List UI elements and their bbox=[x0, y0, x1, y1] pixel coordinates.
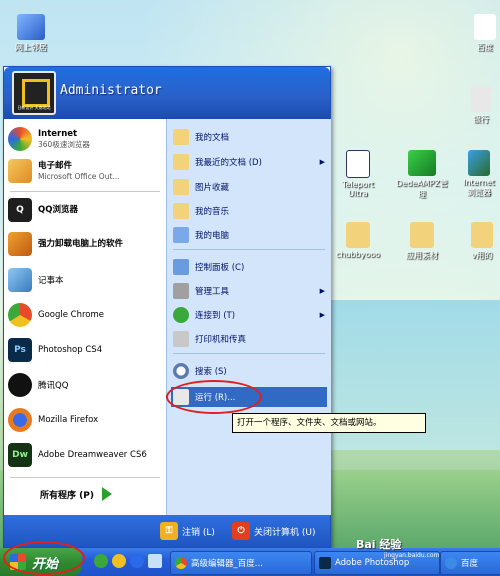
place-recent-documents[interactable]: 我最近的文档 (D) ▶ bbox=[173, 154, 327, 170]
desktop-icon-chubbyooo[interactable]: chubbyooo bbox=[334, 222, 382, 259]
avatar-caption: 日新设计 天南地北 bbox=[17, 105, 51, 110]
place-my-music[interactable]: 我的音乐 bbox=[173, 203, 327, 219]
desktop-icon-internet[interactable]: Internet 浏览器 bbox=[458, 150, 500, 198]
qq-browser-icon: Q bbox=[8, 198, 32, 222]
shutdown-button[interactable]: ⏻ 关闭计算机 (U) bbox=[232, 522, 315, 540]
printer-icon bbox=[173, 331, 189, 347]
dreamweaver-icon: Dw bbox=[8, 443, 32, 467]
firefox-icon bbox=[8, 408, 32, 432]
folder-icon bbox=[173, 154, 189, 170]
network-icon bbox=[17, 14, 45, 40]
taskbar-button-baidu[interactable]: 百度 bbox=[440, 551, 500, 575]
place-printers[interactable]: 打印机和传真 bbox=[173, 331, 327, 347]
folder-icon bbox=[173, 129, 189, 145]
taskbar-button-editor[interactable]: 高级编辑器_百度... bbox=[170, 551, 312, 575]
avatar[interactable]: 日新设计 天南地北 bbox=[12, 71, 56, 115]
watermark-brand: Bai 经验 bbox=[356, 538, 402, 551]
watermark-url: jingyan.baidu.com bbox=[384, 552, 440, 559]
quicklaunch-ie-icon[interactable] bbox=[130, 554, 144, 568]
notepad-icon bbox=[8, 268, 32, 292]
all-programs-button[interactable]: 所有程序 (P) bbox=[40, 487, 112, 501]
photoshop-icon bbox=[319, 557, 331, 569]
chrome-icon bbox=[175, 557, 187, 569]
programs-pane: Internet 360极速浏览器 电子邮件 Microsoft Office … bbox=[4, 119, 166, 515]
qq-penguin-icon bbox=[8, 373, 32, 397]
submenu-arrow-icon: ▶ bbox=[319, 311, 325, 319]
browser-360-icon bbox=[8, 127, 32, 151]
place-control-panel[interactable]: 控制面板 (C) bbox=[173, 259, 327, 275]
pinned-item-internet[interactable]: Internet 360极速浏览器 bbox=[8, 127, 164, 151]
desktop-icon-used[interactable]: v用的 bbox=[464, 222, 500, 261]
divider bbox=[10, 191, 160, 192]
browser-icon bbox=[445, 557, 457, 569]
search-icon bbox=[173, 363, 189, 379]
desktop-icon-dedeampz[interactable]: DedeAMPZ管理 bbox=[396, 150, 448, 200]
admin-tools-icon bbox=[173, 283, 189, 299]
place-my-documents[interactable]: 我的文档 bbox=[173, 129, 327, 145]
logoff-button[interactable]: ⚿ 注销 (L) bbox=[160, 522, 215, 540]
user-name: Administrator bbox=[60, 83, 162, 98]
teleport-icon bbox=[346, 150, 370, 178]
quicklaunch-desktop-icon[interactable] bbox=[148, 554, 162, 568]
computer-icon bbox=[173, 227, 189, 243]
place-my-computer[interactable]: 我的电脑 bbox=[173, 227, 327, 243]
place-connect-to[interactable]: 连接到 (T) ▶ bbox=[173, 307, 327, 323]
globe-icon bbox=[468, 150, 490, 176]
recent-item-dreamweaver[interactable]: Dw Adobe Dreamweaver CS6 bbox=[8, 443, 164, 467]
outlook-icon bbox=[8, 159, 32, 183]
quicklaunch-360-icon[interactable] bbox=[94, 554, 108, 568]
recent-item-qq[interactable]: 腾讯QQ bbox=[8, 373, 164, 397]
pinned-item-title: 电子邮件 bbox=[38, 160, 73, 171]
power-icon: ⏻ bbox=[232, 522, 250, 540]
pictures-folder-icon bbox=[173, 179, 189, 195]
divider bbox=[173, 249, 325, 250]
photoshop-icon: Ps bbox=[8, 338, 32, 362]
folder-icon bbox=[410, 222, 434, 248]
recent-item-notepad[interactable]: 记事本 bbox=[8, 268, 164, 292]
uninstall-box-icon bbox=[8, 232, 32, 256]
avatar-logo-icon bbox=[22, 79, 50, 107]
place-my-pictures[interactable]: 图片收藏 bbox=[173, 179, 327, 195]
folder-icon bbox=[346, 222, 370, 248]
recent-item-uninstaller[interactable]: 强力卸载电脑上的软件 bbox=[8, 232, 164, 256]
quicklaunch-folder-icon[interactable] bbox=[112, 554, 126, 568]
place-admin-tools[interactable]: 管理工具 ▶ bbox=[173, 283, 327, 299]
desktop-icon-materials[interactable]: 应用素材 bbox=[396, 222, 448, 261]
chrome-icon bbox=[8, 303, 32, 327]
pinned-item-subtitle: 360极速浏览器 bbox=[38, 139, 90, 149]
desktop-icon-network[interactable]: 网上邻居 bbox=[8, 14, 54, 53]
places-pane: 我的文档 我最近的文档 (D) ▶ 图片收藏 我的音乐 我的电脑 控制面板 (C… bbox=[166, 119, 331, 515]
document-icon bbox=[471, 86, 491, 112]
network-globe-icon bbox=[173, 307, 189, 323]
start-menu-body: Internet 360极速浏览器 电子邮件 Microsoft Office … bbox=[4, 119, 331, 515]
pinned-item-title: Internet bbox=[38, 128, 78, 139]
run-tooltip: 打开一个程序、文件夹、文档或网站。 bbox=[232, 413, 426, 433]
recent-item-photoshop[interactable]: Ps Photoshop CS4 bbox=[8, 338, 164, 362]
divider bbox=[10, 477, 160, 478]
pinned-item-email[interactable]: 电子邮件 Microsoft Office Out... bbox=[8, 159, 164, 183]
baidu-paw-icon bbox=[474, 14, 496, 40]
cube-icon bbox=[408, 150, 436, 176]
control-panel-icon bbox=[173, 259, 189, 275]
arrow-right-icon bbox=[101, 487, 112, 501]
recent-item-chrome[interactable]: Google Chrome bbox=[8, 303, 164, 327]
start-menu: 日新设计 天南地北 Administrator Internet 360极速浏览… bbox=[3, 66, 331, 548]
desktop-icon-baidu[interactable]: 百度 bbox=[470, 14, 500, 53]
pinned-item-subtitle: Microsoft Office Out... bbox=[38, 171, 120, 181]
recent-item-qq-browser[interactable]: Q QQ浏览器 bbox=[8, 198, 164, 222]
divider bbox=[173, 353, 325, 354]
music-folder-icon bbox=[173, 203, 189, 219]
annotation-circle-start bbox=[3, 541, 85, 575]
recent-item-firefox[interactable]: Mozilla Firefox bbox=[8, 408, 164, 432]
submenu-arrow-icon: ▶ bbox=[319, 158, 325, 166]
place-search[interactable]: 搜索 (S) bbox=[173, 363, 327, 379]
folder-icon bbox=[471, 222, 493, 248]
key-icon: ⚿ bbox=[160, 522, 178, 540]
desktop-icon-teleport[interactable]: Teleport Ultra bbox=[334, 150, 382, 198]
desktop-icon-bank[interactable]: 银行 bbox=[462, 86, 500, 125]
annotation-circle-run bbox=[166, 380, 262, 414]
submenu-arrow-icon: ▶ bbox=[319, 287, 325, 295]
start-menu-header: 日新设计 天南地北 Administrator bbox=[4, 67, 330, 119]
